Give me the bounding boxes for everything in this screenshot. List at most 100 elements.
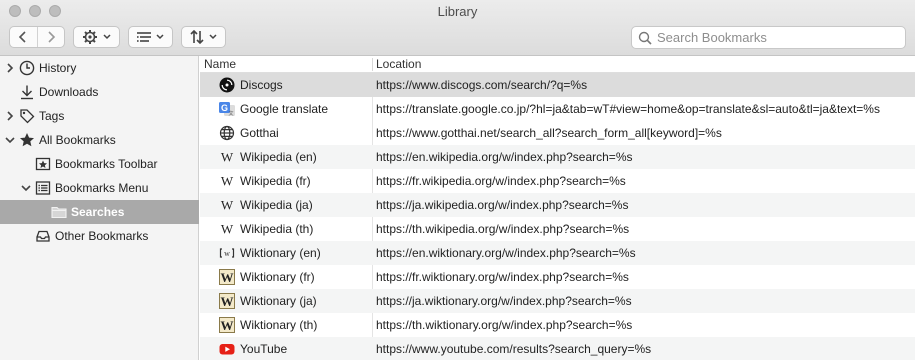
table-row[interactable]: w Wiktionary (en) https://en.wiktionary.… (200, 241, 915, 265)
back-button[interactable] (10, 27, 37, 47)
table-row[interactable]: W Wikipedia (th) https://th.wikipedia.or… (200, 217, 915, 241)
sidebar-item-history[interactable]: History (0, 56, 199, 80)
sidebar-item-downloads[interactable]: Downloads (0, 80, 199, 104)
wiktionary-icon: W (219, 317, 235, 333)
sidebar-item-label: All Bookmarks (39, 133, 116, 147)
svg-text:W: W (221, 222, 234, 237)
bookmark-location: https://en.wikipedia.org/w/index.php?sea… (376, 150, 633, 164)
organize-actions-button[interactable] (73, 26, 120, 48)
bookmark-location: https://www.gotthai.net/search_all?searc… (376, 126, 722, 140)
discogs-icon (219, 77, 235, 93)
sidebar-item-all-bookmarks[interactable]: All Bookmarks (0, 128, 199, 152)
bookmarks-menu-icon (35, 180, 51, 196)
table-row[interactable]: W Wiktionary (ja) https://ja.wiktionary.… (200, 289, 915, 313)
list-icon (137, 32, 151, 42)
window-title: Library (437, 4, 478, 19)
bookmark-name: Wiktionary (fr) (240, 270, 315, 284)
chevron-down-icon (103, 34, 111, 40)
sidebar-item-label: History (39, 61, 77, 75)
column-divider[interactable] (372, 58, 373, 71)
bookmark-name: Wikipedia (ja) (240, 198, 313, 212)
wikipedia-icon: W (219, 197, 235, 213)
wiktionary-icon: W (219, 269, 235, 285)
column-header-location[interactable]: Location (376, 57, 421, 71)
disclosure-triangle[interactable] (4, 110, 16, 122)
disclosure-triangle[interactable] (4, 62, 16, 74)
sidebar-item-bookmarks-toolbar[interactable]: Bookmarks Toolbar (0, 152, 199, 176)
gear-icon (83, 30, 97, 44)
chevron-down-icon (156, 34, 164, 40)
google-translate-icon: G文 (219, 101, 235, 117)
svg-text:W: W (221, 150, 234, 165)
views-button[interactable] (128, 26, 173, 48)
wikipedia-icon: W (219, 221, 235, 237)
table-row[interactable]: W Wikipedia (en) https://en.wikipedia.or… (200, 145, 915, 169)
svg-text:W: W (221, 318, 234, 333)
wikipedia-icon: W (219, 149, 235, 165)
bookmark-name: Wiktionary (th) (240, 318, 318, 332)
bookmark-name: Google translate (240, 102, 329, 116)
sidebar-item-label: Bookmarks Toolbar (55, 157, 158, 171)
sidebar-item-bookmarks-menu[interactable]: Bookmarks Menu (0, 176, 199, 200)
svg-text:W: W (221, 270, 234, 285)
bookmark-location: https://fr.wikipedia.org/w/index.php?sea… (376, 174, 626, 188)
table-row[interactable]: G文 Google translate https://translate.go… (200, 97, 915, 121)
table-row[interactable]: W Wiktionary (th) https://th.wiktionary.… (200, 313, 915, 337)
bookmark-name: Wiktionary (en) (240, 246, 321, 260)
bookmark-location: https://translate.google.co.jp/?hl=ja&ta… (376, 102, 880, 116)
search-icon (638, 31, 652, 45)
bookmark-location: https://fr.wiktionary.org/w/index.php?se… (376, 270, 629, 284)
youtube-icon (219, 341, 235, 357)
bookmark-location: https://www.discogs.com/search/?q=%s (376, 78, 588, 92)
forward-button[interactable] (36, 27, 65, 47)
chevron-down-icon (209, 34, 217, 40)
download-icon (19, 84, 35, 100)
svg-text:W: W (221, 198, 234, 213)
disclosure-triangle[interactable] (20, 182, 32, 194)
svg-text:W: W (221, 174, 234, 189)
bookmark-location: https://th.wiktionary.org/w/index.php?se… (376, 318, 633, 332)
table-row[interactable]: W Wikipedia (ja) https://ja.wikipedia.or… (200, 193, 915, 217)
bookmark-name: Wikipedia (fr) (240, 174, 311, 188)
tag-icon (19, 108, 35, 124)
table-row[interactable]: W Wiktionary (fr) https://fr.wiktionary.… (200, 265, 915, 289)
clock-icon (19, 60, 35, 76)
wiktionary-en-icon: w (219, 245, 235, 261)
window-toolbar: Library (0, 0, 915, 56)
table-row[interactable]: Gotthai https://www.gotthai.net/search_a… (200, 121, 915, 145)
table-header: Name Location (200, 56, 915, 73)
bookmarks-table: Name Location Discogs https://www.discog… (200, 56, 915, 360)
chevron-left-icon (19, 31, 26, 43)
column-header-name[interactable]: Name (204, 57, 236, 71)
table-row[interactable]: YouTube https://www.youtube.com/results?… (200, 337, 915, 360)
sidebar: History Downloads Tags All Bookmarks Boo… (0, 56, 199, 360)
bookmark-name: Wikipedia (th) (240, 222, 314, 236)
svg-text:w: w (224, 249, 230, 258)
navigation-segment (9, 26, 65, 48)
sidebar-item-tags[interactable]: Tags (0, 104, 199, 128)
sidebar-item-label: Searches (71, 205, 125, 219)
chevron-right-icon (48, 31, 55, 43)
bookmark-location: https://ja.wiktionary.org/w/index.php?se… (376, 294, 632, 308)
import-export-button[interactable] (181, 26, 226, 48)
search-input[interactable] (657, 30, 897, 45)
sidebar-item-label: Downloads (39, 85, 99, 99)
sidebar-item-other-bookmarks[interactable]: Other Bookmarks (0, 224, 199, 248)
sort-arrows-icon (190, 29, 204, 45)
bookmark-name: Wikipedia (en) (240, 150, 317, 164)
bookmark-location: https://th.wikipedia.org/w/index.php?sea… (376, 222, 630, 236)
wikipedia-icon: W (219, 173, 235, 189)
table-row[interactable]: W Wikipedia (fr) https://fr.wikipedia.or… (200, 169, 915, 193)
sidebar-item-label: Other Bookmarks (55, 229, 149, 243)
sidebar-item-searches[interactable]: Searches (0, 200, 199, 224)
bookmark-name: Gotthai (240, 126, 279, 140)
chevron-right-icon (7, 63, 14, 73)
table-row[interactable]: Discogs https://www.discogs.com/search/?… (200, 73, 915, 97)
search-bookmarks-field[interactable] (631, 26, 906, 49)
folder-icon (51, 204, 67, 220)
globe-icon (219, 125, 235, 141)
disclosure-triangle[interactable] (4, 134, 16, 146)
sidebar-item-label: Tags (39, 109, 65, 123)
svg-text:G: G (221, 103, 228, 113)
chevron-down-icon (21, 185, 31, 192)
